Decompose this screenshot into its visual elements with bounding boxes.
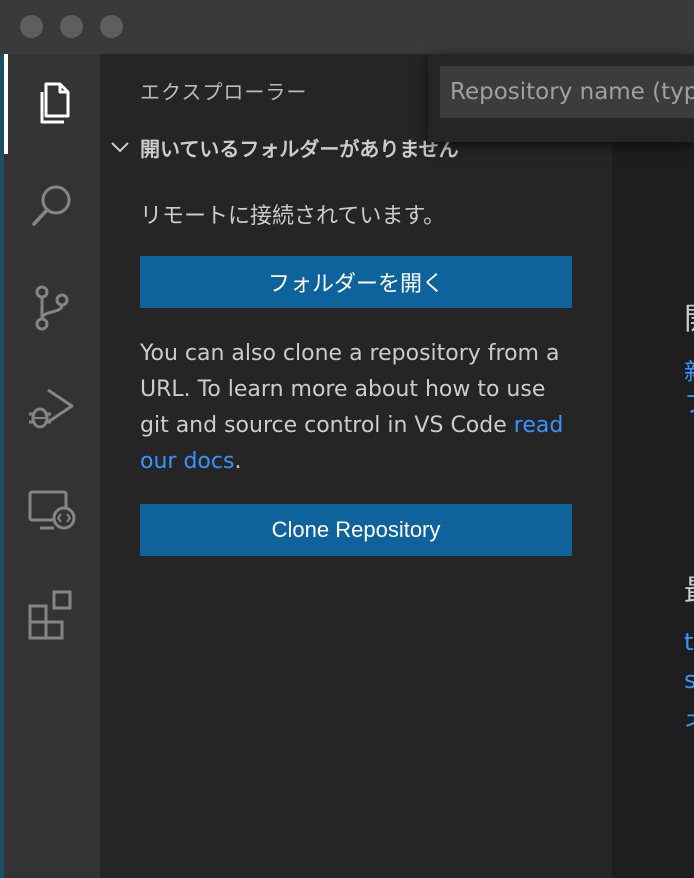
- clone-description-end: .: [234, 449, 242, 474]
- remote-connected-text: リモートに接続されています。: [140, 204, 446, 229]
- activity-source-control[interactable]: [4, 258, 100, 358]
- explorer-sidebar: エクスプローラー 開いているフォルダーがありません リモートに接続されています。…: [100, 54, 612, 878]
- activity-bar: [4, 54, 100, 878]
- run-debug-icon: [29, 388, 74, 429]
- minimize-window-button[interactable]: [60, 15, 83, 38]
- activity-run-debug[interactable]: [4, 360, 100, 460]
- recent-link-3[interactable]: ネ: [684, 702, 694, 737]
- activity-extensions[interactable]: [4, 564, 100, 664]
- recent-link-1[interactable]: t: [684, 628, 693, 656]
- vscode-window: エクスプローラー 開いているフォルダーがありません リモートに接続されています。…: [0, 0, 694, 878]
- activity-explorer[interactable]: [4, 54, 100, 154]
- title-bar: [0, 0, 694, 54]
- source-control-icon: [35, 285, 69, 331]
- extensions-icon: [28, 590, 72, 640]
- welcome-link-new[interactable]: 新: [684, 352, 694, 387]
- sidebar-title: エクスプローラー: [140, 80, 308, 104]
- chevron-down-icon: [111, 142, 129, 153]
- close-window-button[interactable]: [20, 15, 43, 38]
- welcome-link-folder[interactable]: フ: [684, 384, 694, 419]
- clone-description: You can also clone a repository from a U…: [140, 336, 580, 480]
- recent-link-2[interactable]: s: [684, 666, 694, 694]
- search-icon: [32, 185, 71, 226]
- zoom-window-button[interactable]: [100, 15, 123, 38]
- clone-repository-button[interactable]: Clone Repository: [140, 504, 572, 556]
- activity-remote-explorer[interactable]: [4, 462, 100, 562]
- files-icon: [40, 82, 70, 124]
- welcome-heading-recent: 最: [684, 566, 694, 610]
- clone-description-text: You can also clone a repository from a U…: [140, 341, 560, 438]
- editor-area: 開 新 フ 最 t s ネ: [612, 54, 694, 878]
- remote-explorer-icon: [28, 490, 76, 530]
- quick-pick-widget: [428, 54, 694, 142]
- section-label: 開いているフォルダーがありません: [140, 136, 459, 161]
- welcome-heading-start: 開: [684, 294, 694, 338]
- open-folder-button[interactable]: フォルダーを開く: [140, 256, 572, 308]
- activity-search[interactable]: [4, 156, 100, 256]
- repository-name-input[interactable]: [440, 66, 694, 118]
